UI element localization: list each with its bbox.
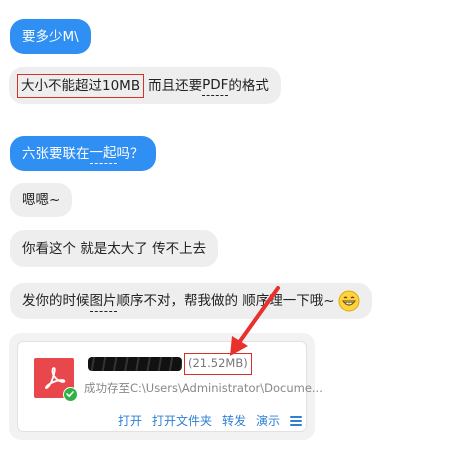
message-bubble-5: 你看这个 就是太大了 传不上去 [10, 230, 219, 267]
message-text: 你看这个 就是太大了 传不上去 [22, 240, 207, 257]
message-text-pdf: PDF [202, 75, 229, 96]
open-folder-button[interactable]: 打开文件夹 [152, 412, 212, 429]
message-bubble-3: 六张要联在 一起 吗？ [10, 136, 156, 171]
forward-button[interactable]: 转发 [222, 412, 246, 429]
file-actions-bar: 打开 打开文件夹 转发 演示 [118, 412, 303, 429]
message-text: 而且还要 [148, 77, 203, 94]
message-bubble-6: 发你的时候 图片 顺序不对，帮我做的 顺序理一下哦~ [10, 283, 372, 319]
file-message-card: (21.52MB) 成功存至C:\Users\Administrator\Doc… [9, 333, 323, 440]
file-size-label: (21.52MB) [184, 353, 252, 375]
file-card-inner[interactable]: (21.52MB) 成功存至C:\Users\Administrator\Doc… [17, 341, 323, 432]
message-bubble-2: 大小不能超过10MB 而且还要 PDF 的格式 [9, 67, 281, 104]
message-bubble-1: 要多少M\ [10, 19, 91, 54]
grinning-face-icon [338, 290, 360, 312]
menu-icon[interactable] [290, 415, 303, 426]
file-save-path: 成功存至C:\Users\Administrator\Docume... [84, 381, 323, 395]
message-text: 六张要联在 [22, 145, 90, 162]
message-text-underlined: 图片 [89, 291, 117, 312]
message-text: 发你的时候 [22, 293, 90, 309]
redacted-filename [88, 357, 182, 371]
checkmark-icon [63, 387, 78, 402]
message-text-underlined: 一起 [89, 143, 117, 164]
size-limit-highlight: 大小不能超过10MB [17, 73, 145, 98]
present-button[interactable]: 演示 [256, 412, 280, 429]
open-button[interactable]: 打开 [118, 412, 142, 429]
message-text: 要多少M\ [22, 28, 79, 45]
message-text: 嗯嗯~ [22, 192, 61, 208]
message-bubble-4: 嗯嗯~ [10, 183, 73, 217]
message-text: 的格式 [228, 77, 269, 94]
message-text: 吗？ [116, 145, 144, 162]
message-text: 顺序不对，帮我做的 顺序理一下哦~ [116, 293, 335, 309]
